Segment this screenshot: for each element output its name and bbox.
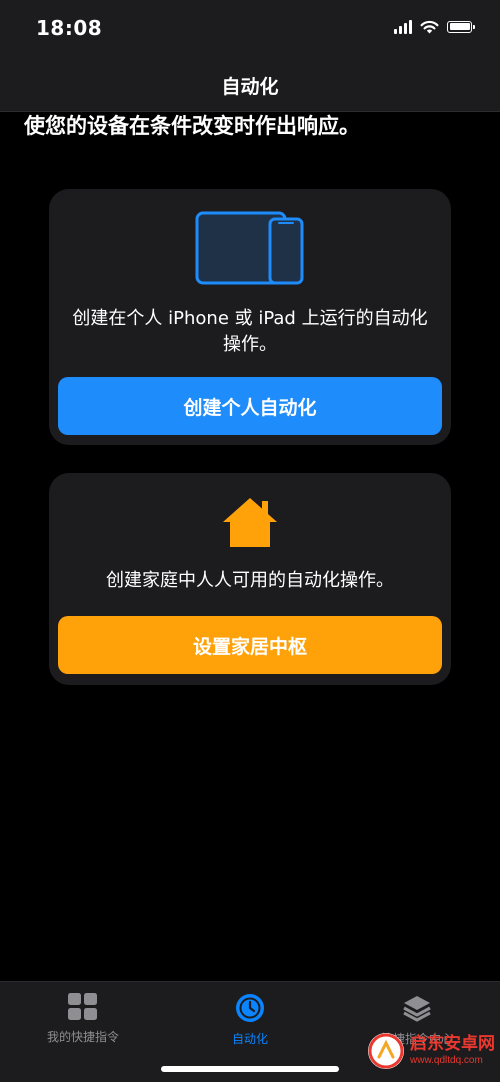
personal-automation-card: 创建在个人 iPhone 或 iPad 上运行的自动化操作。 创建个人自动化 — [49, 189, 451, 445]
watermark-url: www.qdltdq.com — [410, 1055, 483, 1066]
clock-icon — [236, 994, 264, 1022]
setup-home-hub-button[interactable]: 设置家居中枢 — [58, 616, 442, 674]
top-bar: 18:08 自动化 — [0, 0, 500, 112]
home-indicator[interactable] — [161, 1066, 339, 1072]
tab-label: 我的快捷指令 — [46, 1030, 119, 1044]
watermark-name: 启东安卓网 — [410, 1034, 495, 1054]
battery-icon — [447, 20, 475, 33]
tab-label: 自动化 — [231, 1032, 268, 1046]
personal-automation-description: 创建在个人 iPhone 或 iPad 上运行的自动化操作。 — [72, 308, 428, 355]
house-icon — [220, 495, 280, 554]
home-automation-card: 创建家庭中人人可用的自动化操作。 设置家居中枢 — [49, 473, 451, 685]
watermark-logo-icon — [368, 1033, 404, 1069]
status-icons — [394, 19, 475, 34]
layers-icon — [403, 996, 431, 1022]
watermark-text: 启东安卓网 www.qdltdq.com — [410, 1034, 495, 1068]
iphone-ipad-icon — [195, 211, 305, 290]
page-title: 自动化 — [221, 76, 279, 98]
watermark: 启东安卓网 www.qdltdq.com — [366, 1022, 496, 1080]
wifi-icon — [420, 20, 439, 34]
status-time: 18:08 — [36, 16, 103, 40]
create-personal-automation-button[interactable]: 创建个人自动化 — [58, 377, 442, 435]
tab-my-shortcuts[interactable]: 我的快捷指令 — [3, 992, 163, 1045]
grid-icon — [68, 993, 97, 1020]
screen: 18:08 自动化 使您的设备在条件改变时作出响应。 创建在个人 iPhone … — [0, 0, 500, 1082]
cellular-signal-icon — [394, 19, 412, 34]
home-automation-description: 创建家庭中人人可用的自动化操作。 — [106, 570, 394, 591]
page-subtitle: 使您的设备在条件改变时作出响应。 — [24, 114, 360, 138]
tab-automation[interactable]: 自动化 — [170, 992, 330, 1047]
